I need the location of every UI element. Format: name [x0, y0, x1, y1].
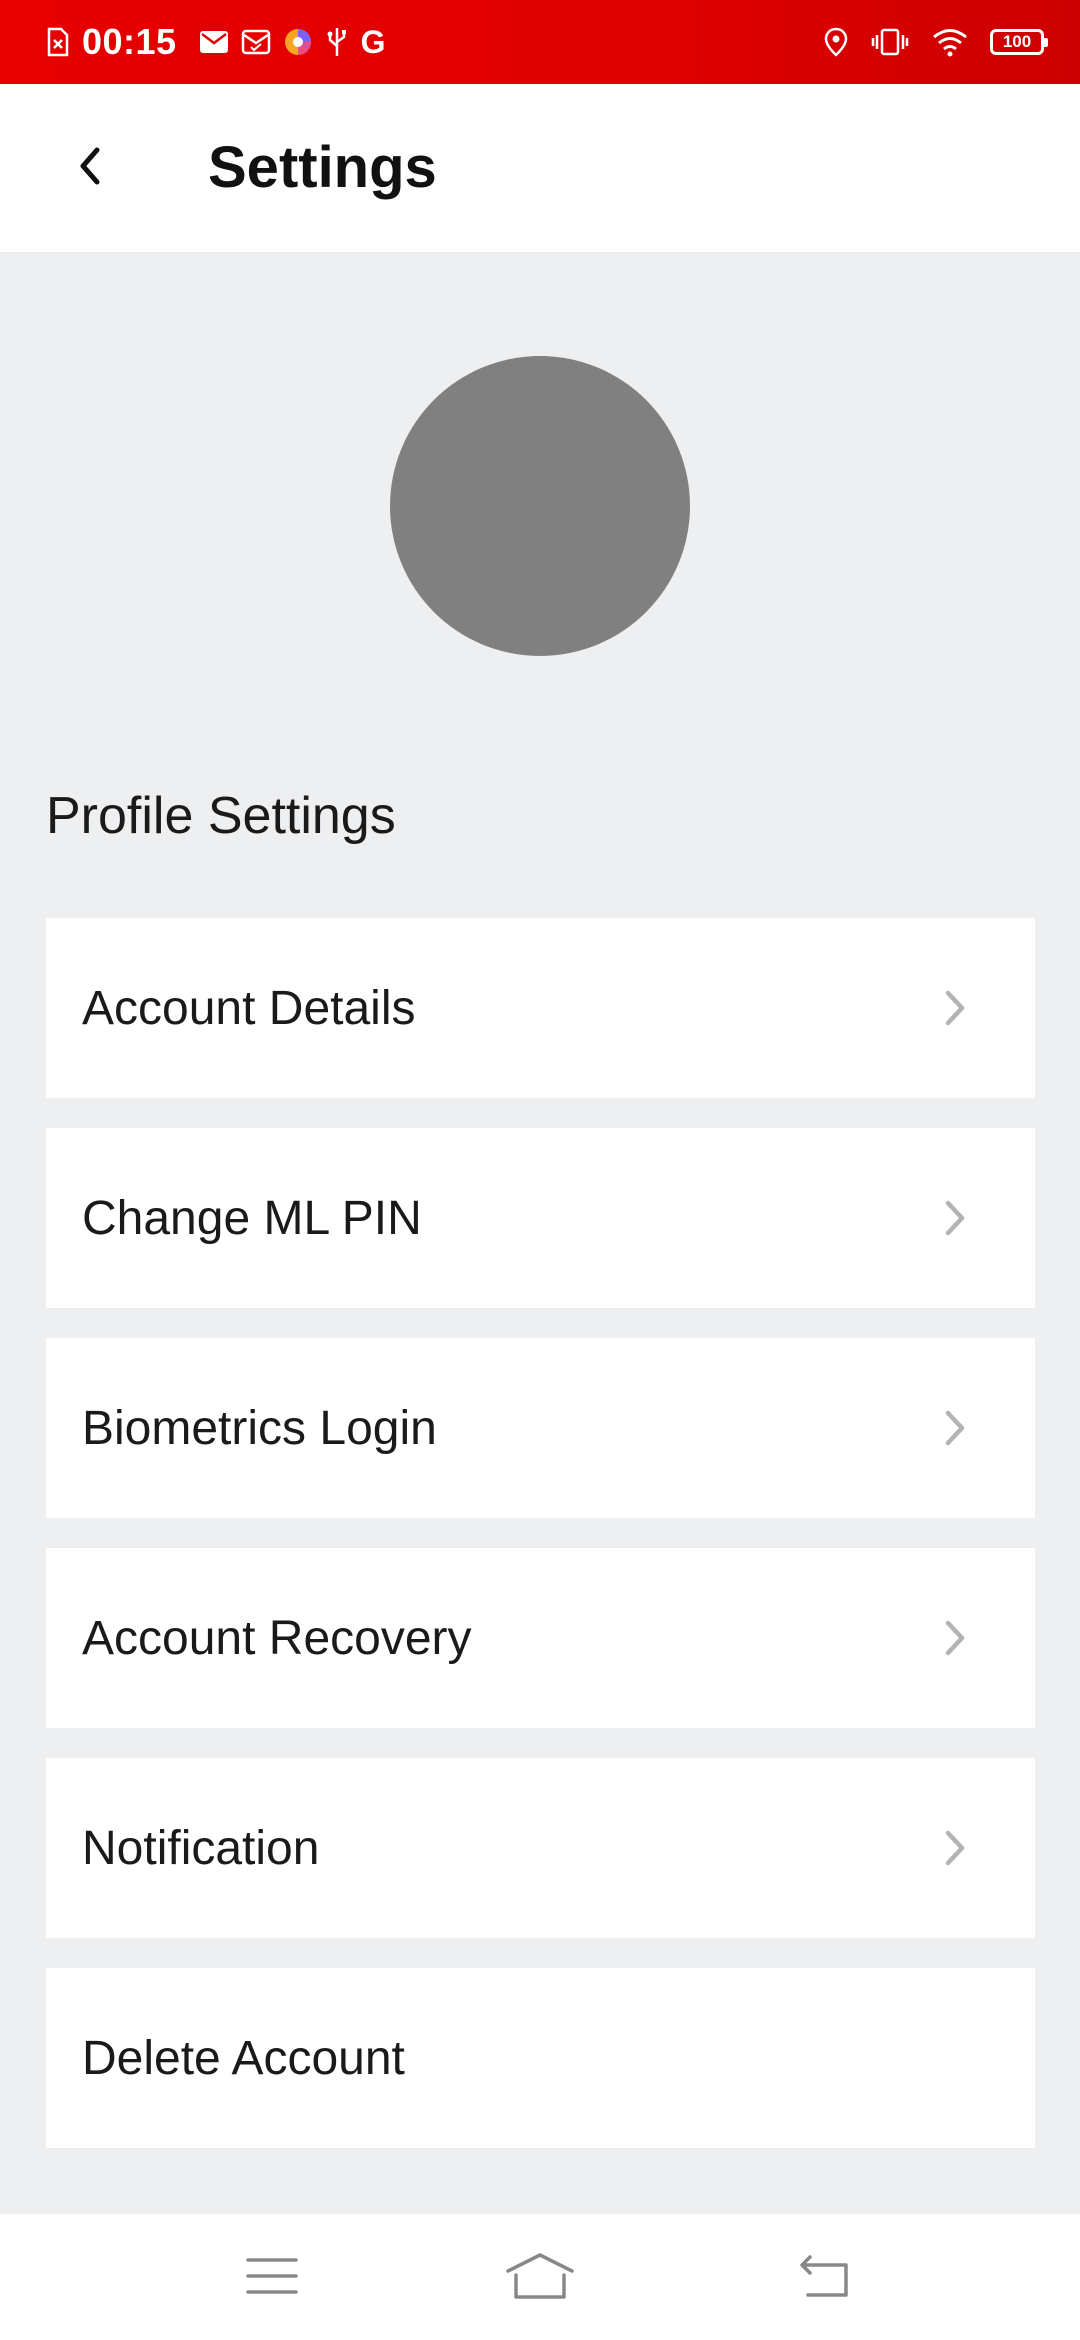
menu-button[interactable] — [222, 2238, 322, 2318]
settings-item-delete-account[interactable]: Delete Account — [46, 1968, 1035, 2148]
settings-item-label: Delete Account — [82, 2031, 405, 2085]
settings-item-biometrics-login[interactable]: Biometrics Login — [46, 1338, 1035, 1518]
mail-check-icon — [241, 28, 271, 56]
settings-list: Account Details Change ML PIN Biometrics… — [46, 918, 1035, 2178]
chevron-right-icon — [935, 1198, 975, 1238]
return-icon — [796, 2253, 852, 2304]
back-arrow-icon — [75, 144, 105, 193]
menu-icon — [245, 2254, 299, 2303]
status-time: 00:15 — [82, 21, 177, 62]
system-nav-bar — [0, 2214, 1080, 2340]
settings-item-change-ml-pin[interactable]: Change ML PIN — [46, 1128, 1035, 1308]
chevron-right-icon — [935, 1618, 975, 1658]
settings-item-account-recovery[interactable]: Account Recovery — [46, 1548, 1035, 1728]
home-icon — [504, 2251, 576, 2306]
settings-item-notification[interactable]: Notification — [46, 1758, 1035, 1938]
status-bar: 00:15 G 100 — [0, 0, 1080, 84]
vibrate-icon — [870, 27, 910, 57]
settings-item-label: Account Details — [82, 981, 416, 1035]
usb-icon — [325, 26, 349, 58]
settings-item-label: Biometrics Login — [82, 1401, 437, 1455]
chevron-right-icon — [935, 988, 975, 1028]
settings-item-label: Change ML PIN — [82, 1191, 422, 1245]
home-button[interactable] — [490, 2238, 590, 2318]
settings-item-label: Account Recovery — [82, 1611, 472, 1665]
status-bar-right: 100 — [824, 0, 1048, 84]
app-bar: Settings — [0, 84, 1080, 252]
location-icon — [824, 27, 848, 57]
settings-item-account-details[interactable]: Account Details — [46, 918, 1035, 1098]
chevron-right-icon — [935, 1828, 975, 1868]
battery-icon: 100 — [990, 29, 1048, 55]
chevron-right-icon — [935, 1408, 975, 1448]
mail-icon — [199, 28, 229, 56]
browser-icon — [283, 27, 313, 57]
google-icon: G — [360, 23, 386, 60]
back-button[interactable] — [50, 138, 130, 198]
file-x-icon — [46, 27, 70, 57]
back-nav-button[interactable] — [774, 2238, 874, 2318]
status-bar-left: 00:15 G — [46, 0, 385, 84]
settings-item-label: Notification — [82, 1821, 320, 1875]
avatar[interactable] — [390, 356, 690, 656]
battery-level: 100 — [1002, 32, 1032, 51]
page-title: Settings — [208, 135, 437, 200]
wifi-icon — [932, 27, 968, 57]
profile-settings-heading: Profile Settings — [46, 787, 396, 845]
